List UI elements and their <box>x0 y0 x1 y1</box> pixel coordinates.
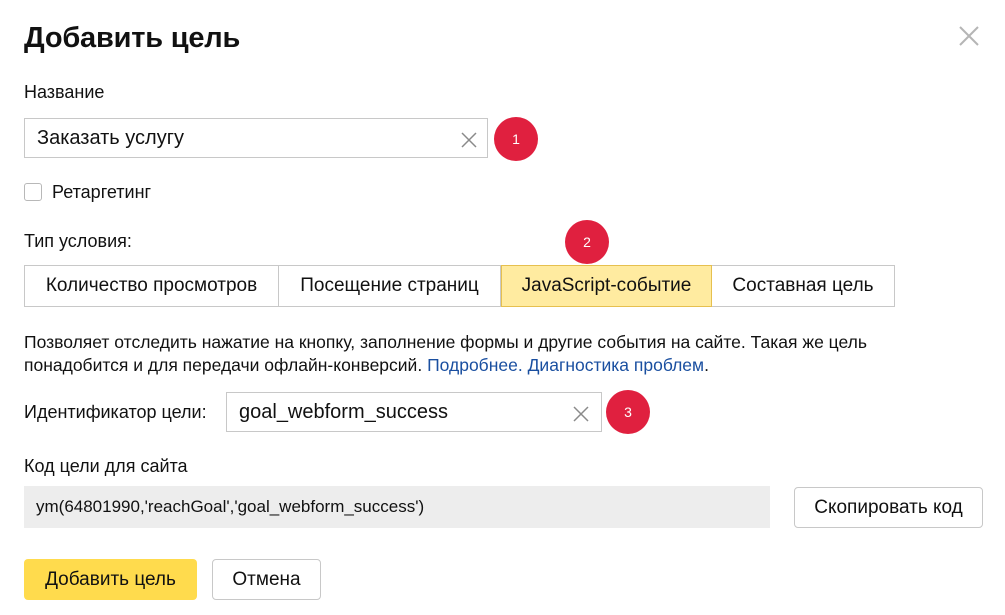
clear-icon[interactable] <box>573 405 589 422</box>
tab-pageviews[interactable]: Количество просмотров <box>25 266 279 306</box>
goal-id-value: goal_webform_success <box>239 400 448 423</box>
goal-id-input[interactable]: goal_webform_success <box>226 392 602 432</box>
clear-icon[interactable] <box>461 131 477 148</box>
tab-javascript-event[interactable]: JavaScript-событие <box>501 265 712 307</box>
close-icon[interactable] <box>958 25 980 47</box>
cancel-button[interactable]: Отмена <box>212 559 321 600</box>
diagnostics-link[interactable]: Диагностика проблем <box>528 355 704 375</box>
copy-code-button[interactable]: Скопировать код <box>794 487 983 528</box>
more-link[interactable]: Подробнее. <box>427 355 523 375</box>
step-marker-3: 3 <box>606 390 650 434</box>
goal-id-label: Идентификатор цели: <box>24 402 207 422</box>
condition-type-label: Тип условия: <box>24 231 132 251</box>
step-marker-2: 2 <box>565 220 609 264</box>
goal-name-input[interactable]: Заказать услугу <box>24 118 488 158</box>
add-goal-button[interactable]: Добавить цель <box>24 559 197 600</box>
site-code-label: Код цели для сайта <box>24 456 188 476</box>
condition-type-tabs: Количество просмотров Посещение страниц … <box>24 265 895 307</box>
goal-code-snippet: ym(64801990,'reachGoal','goal_webform_su… <box>24 486 770 528</box>
name-label: Название <box>24 82 105 102</box>
tab-page-visits[interactable]: Посещение страниц <box>279 266 501 306</box>
retargeting-checkbox[interactable] <box>24 183 42 201</box>
goal-name-value: Заказать услугу <box>37 126 185 149</box>
step-marker-1: 1 <box>494 117 538 161</box>
retargeting-label: Ретаргетинг <box>52 182 152 202</box>
tab-composite-goal[interactable]: Составная цель <box>712 266 894 306</box>
dialog-title: Добавить цель <box>24 22 241 54</box>
description-trailing: . <box>704 355 709 375</box>
condition-description: Позволяет отследить нажатие на кнопку, з… <box>24 331 974 377</box>
